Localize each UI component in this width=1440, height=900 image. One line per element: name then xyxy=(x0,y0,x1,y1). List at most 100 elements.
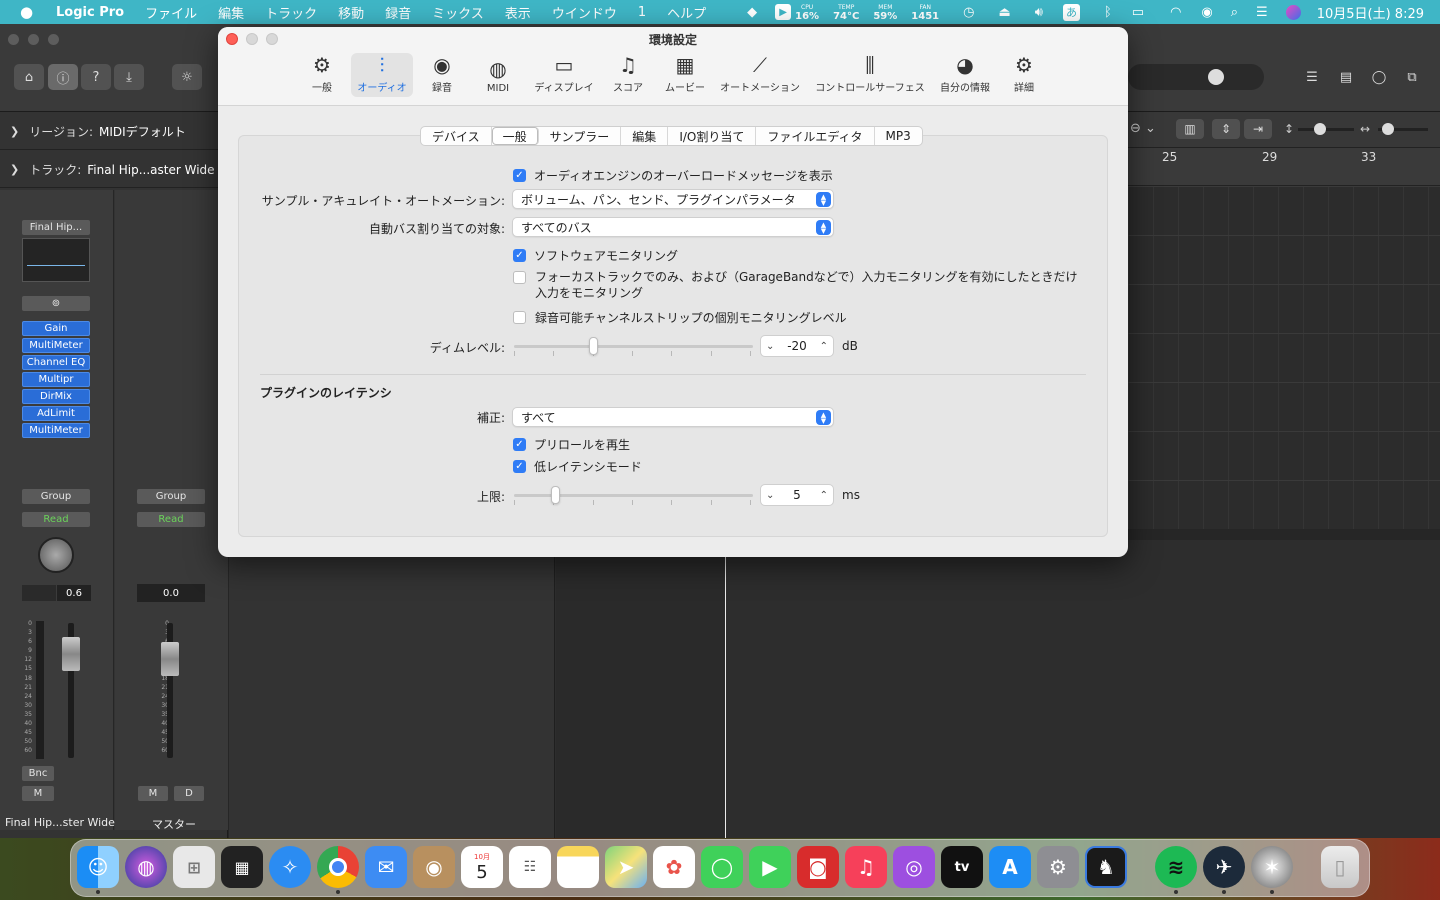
dim-level-stepper[interactable]: ⌄ -20 ⌃ xyxy=(760,335,834,357)
dock-reminders-icon[interactable]: ☷ xyxy=(509,846,551,888)
subtab-sampler[interactable]: サンプラー xyxy=(539,127,622,145)
overload-message-option[interactable]: ✓ オーディオエンジンのオーバーロードメッセージを表示 xyxy=(513,167,833,184)
focused-track-monitoring-option[interactable]: フォーカストラックでのみ、および（GarageBandなどで）入力モニタリングを… xyxy=(513,269,1078,301)
dock-compressor-app-icon[interactable]: ✶ xyxy=(1251,846,1293,888)
plugin-slot-5[interactable]: DirMix xyxy=(22,389,90,404)
region-inspector-header[interactable]: ❯ リージョン: MIDIデフォルト xyxy=(0,114,228,150)
individual-monitoring-checkbox[interactable] xyxy=(513,311,526,324)
tab-display[interactable]: ▭ ディスプレイ xyxy=(531,53,597,97)
track-inspector-header[interactable]: ❯ トラック: Final Hip...aster Wide xyxy=(0,152,228,188)
temp-stat[interactable]: TEMP 74°C xyxy=(833,3,859,22)
subtab-general[interactable]: 一般 xyxy=(491,127,539,145)
group-button[interactable]: Group xyxy=(137,489,205,504)
setting-button[interactable]: Final Hip... xyxy=(22,220,90,235)
loop-browser-button[interactable]: ◯ xyxy=(1365,64,1393,90)
dock-maps-icon[interactable]: ➤ xyxy=(605,846,647,888)
menu-clock[interactable]: 10月5日(土) 8:29 xyxy=(1317,3,1424,22)
dim-level-slider[interactable] xyxy=(514,336,753,356)
apple-menu-icon[interactable]: ● xyxy=(20,3,38,21)
tab-advanced[interactable]: ⚙ 詳細 xyxy=(1008,53,1040,97)
waveform-zoom-button[interactable]: ▥ xyxy=(1176,119,1204,139)
automation-mode-button[interactable]: Read xyxy=(22,512,90,527)
dock-music-icon[interactable]: ♫ xyxy=(845,846,887,888)
tab-general[interactable]: ⚙ 一般 xyxy=(306,53,338,97)
menu-navigate[interactable]: 移動 xyxy=(338,3,364,22)
dock-calendar-icon[interactable]: 10月 5 xyxy=(461,846,503,888)
dock-finder-icon[interactable]: ☺ xyxy=(77,846,119,888)
limit-stepper[interactable]: ⌄ 5 ⌃ xyxy=(760,484,834,506)
dock-launchpad-icon[interactable]: ⊞ xyxy=(173,846,215,888)
input-mode-icon[interactable]: あ xyxy=(1062,3,1080,21)
dock-utility-app-icon[interactable]: ✈ xyxy=(1203,846,1245,888)
menu-one[interactable]: 1 xyxy=(638,5,646,20)
wifi-icon[interactable]: ◠ xyxy=(1170,5,1181,20)
automation-mode-button[interactable]: Read xyxy=(137,512,205,527)
siri-icon[interactable] xyxy=(1285,4,1301,20)
time-machine-icon[interactable]: ◷ xyxy=(963,5,974,20)
subtab-editing[interactable]: 編集 xyxy=(621,127,669,145)
browser-button[interactable]: ⧉ xyxy=(1398,64,1426,90)
plugin-slot-3[interactable]: Channel EQ xyxy=(22,355,90,370)
software-monitoring-checkbox[interactable]: ✓ xyxy=(513,249,526,262)
dock-trash-icon[interactable]: ▯ xyxy=(1321,846,1359,888)
dock-safari-icon[interactable]: ✧ xyxy=(269,846,311,888)
dock-notes-icon[interactable] xyxy=(557,846,599,888)
dock-reading-app-icon[interactable]: ♞ xyxy=(1085,846,1127,888)
battery-icon[interactable]: ▭ xyxy=(1132,5,1144,20)
inspector-button[interactable]: ⓘ xyxy=(48,64,78,90)
plugin-slot-1[interactable]: Gain xyxy=(22,321,90,336)
menu-view[interactable]: 表示 xyxy=(505,3,531,22)
eject-icon[interactable]: ⏏ xyxy=(998,5,1010,20)
cpu-stat[interactable]: CPU 16% xyxy=(795,3,819,22)
tab-movie[interactable]: ▦ ムービー xyxy=(662,53,708,97)
bounce-button[interactable]: Bnc xyxy=(22,766,54,781)
main-zoom-button[interactable] xyxy=(48,34,59,45)
menu-file[interactable]: ファイル xyxy=(145,3,197,22)
volume-fader-cap[interactable] xyxy=(161,642,179,676)
main-close-button[interactable] xyxy=(8,34,19,45)
quick-help-button[interactable]: ? xyxy=(81,64,111,90)
dock-mail-icon[interactable]: ✉ xyxy=(365,846,407,888)
horizontal-zoom-slider[interactable] xyxy=(1378,123,1428,135)
subtab-file-editor[interactable]: ファイルエディタ xyxy=(756,127,875,145)
dock-photos-icon[interactable]: ✿ xyxy=(653,846,695,888)
dock-app-store-icon[interactable]: A xyxy=(989,846,1031,888)
low-latency-option[interactable]: ✓ 低レイテンシモード xyxy=(513,458,642,475)
menu-mix[interactable]: ミックス xyxy=(432,3,484,22)
tab-recording[interactable]: ◉ 録音 xyxy=(426,53,458,97)
plugin-slot-4[interactable]: Multipr xyxy=(22,372,90,387)
plugin-slot-2[interactable]: MultiMeter xyxy=(22,338,90,353)
catch-button[interactable]: ⇕ xyxy=(1212,119,1240,139)
low-latency-checkbox[interactable]: ✓ xyxy=(513,460,526,473)
preroll-option[interactable]: ✓ プリロールを再生 xyxy=(513,436,630,453)
tab-midi[interactable]: ◍ MIDI xyxy=(480,53,516,97)
menu-help[interactable]: ヘルプ xyxy=(667,3,706,22)
spotlight-icon[interactable]: ⌕ xyxy=(1231,5,1238,20)
subtab-devices[interactable]: デバイス xyxy=(421,127,492,145)
dock-facetime-icon[interactable]: ▶ xyxy=(749,846,791,888)
volume-fader-cap[interactable] xyxy=(62,637,80,671)
volume-icon[interactable]: 🔊︎ xyxy=(1035,5,1043,20)
dock-chrome-icon[interactable] xyxy=(317,846,359,888)
menu-edit[interactable]: 編集 xyxy=(218,3,244,22)
dock-spotify-icon[interactable]: ≋ xyxy=(1155,846,1197,888)
note-pad-button[interactable]: ▤ xyxy=(1332,64,1360,90)
stereo-link-button[interactable]: ⊚ xyxy=(22,296,90,311)
dock-contacts-icon[interactable]: ◉ xyxy=(413,846,455,888)
tab-my-info[interactable]: ◕ 自分の情報 xyxy=(938,53,992,97)
fan-stat[interactable]: FAN 1451 xyxy=(911,3,939,22)
tracks-grid[interactable] xyxy=(1128,186,1440,529)
dim-level-knob[interactable] xyxy=(589,337,598,355)
chevron-down-icon[interactable]: ⌄ xyxy=(766,341,774,352)
subtab-io-assignments[interactable]: I/O割り当て xyxy=(668,127,757,145)
eq-thumbnail[interactable] xyxy=(22,238,90,282)
tab-score[interactable]: ♫ スコア xyxy=(610,53,646,97)
sample-accurate-popup[interactable]: ボリューム、パン、センド、プラグインパラメータ ▲ ▼ xyxy=(512,189,834,209)
chevron-up-icon[interactable]: ⌃ xyxy=(820,341,828,352)
individual-monitoring-option[interactable]: 録音可能チャンネルストリップの個別モニタリングレベル xyxy=(513,309,847,326)
fit-button[interactable]: ⇥ xyxy=(1244,119,1272,139)
subtab-mp3[interactable]: MP3 xyxy=(875,127,922,145)
menu-record[interactable]: 録音 xyxy=(385,3,411,22)
focused-track-monitoring-checkbox[interactable] xyxy=(513,271,526,284)
chevron-down-icon[interactable]: ⌄ xyxy=(766,490,774,501)
